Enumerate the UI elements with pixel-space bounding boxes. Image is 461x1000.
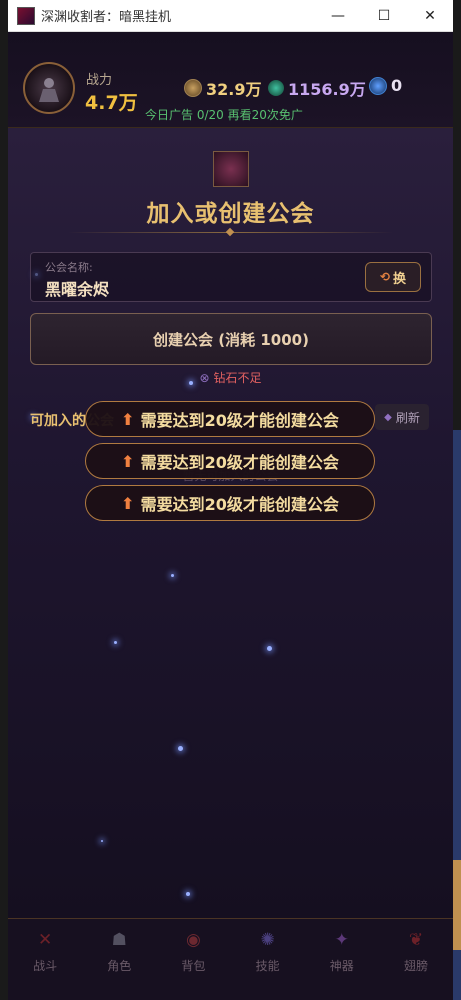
- gold-value: 32.9万: [206, 80, 262, 99]
- create-guild-button[interactable]: 创建公会 (消耗 1000): [30, 313, 432, 365]
- guild-name-field[interactable]: 公会名称: 黑曜余烬 ⟲ 换: [30, 252, 432, 302]
- swap-label: 换: [393, 271, 407, 287]
- ad-counter[interactable]: 今日广告 0/20 再看20次免广: [145, 106, 303, 123]
- toast-text: 需要达到20级才能创建公会: [140, 411, 339, 430]
- bottom-nav: ✕ 战斗 ☗ 角色 ◉ 背包 ✺ 技能 ✦ 神器 ❦ 翅膀: [8, 918, 453, 1000]
- diamond-value: 0: [391, 76, 403, 95]
- nav-label: 翅膀: [403, 959, 428, 973]
- gold-resource: 32.9万: [184, 76, 261, 100]
- nav-item-skills[interactable]: ✺ 技能: [231, 919, 305, 1000]
- skill-icon: ✺: [260, 930, 275, 950]
- nav-label: 背包: [181, 959, 206, 973]
- nav-item-wings[interactable]: ❦ 翅膀: [379, 919, 453, 1000]
- swap-name-button[interactable]: ⟲ 换: [365, 262, 421, 292]
- game-area: 战力 4.7万 32.9万 1156.9万 0 今日广告 0/20 再看20次免…: [8, 32, 453, 1000]
- nav-item-battle[interactable]: ✕ 战斗: [8, 919, 82, 1000]
- maximize-button[interactable]: ☐: [361, 0, 407, 31]
- gold-coin-icon: [184, 79, 202, 97]
- dice-icon: ⟲: [379, 270, 391, 284]
- nav-label: 战斗: [33, 959, 58, 973]
- refresh-button[interactable]: ◆ 刷新: [375, 404, 429, 430]
- guild-title: 加入或创建公会: [146, 201, 315, 227]
- nav-item-bag[interactable]: ◉ 背包: [156, 919, 230, 1000]
- power-value: 4.7万: [85, 92, 138, 114]
- nav-label: 角色: [107, 959, 132, 973]
- top-status-bar: 战力 4.7万 32.9万 1156.9万 0 今日广告 0/20 再看20次免…: [8, 32, 453, 128]
- sword-icon: ✕: [37, 930, 53, 950]
- close-button[interactable]: ✕: [407, 0, 453, 31]
- character-portrait-icon: [39, 78, 59, 102]
- warning-text: 钻石不足: [213, 371, 262, 385]
- soul-value: 1156.9万: [288, 80, 366, 99]
- insufficient-diamonds-warning: ⊗ 钻石不足: [8, 369, 453, 386]
- nav-label: 神器: [329, 959, 354, 973]
- player-avatar[interactable]: [23, 62, 75, 114]
- guild-panel: 加入或创建公会 公会名称: 黑曜余烬 ⟲ 换 创建公会 (消耗 1000) ⊗ 钻…: [8, 128, 453, 918]
- bag-icon: ◉: [186, 930, 201, 950]
- up-arrow-icon: ⬆: [121, 409, 135, 429]
- window-title: 深渊收割者：暗黑挂机: [41, 10, 172, 25]
- soul-gem-icon: [268, 80, 284, 96]
- background-window-edge: [453, 860, 461, 950]
- toast-text: 需要达到20级才能创建公会: [140, 453, 339, 472]
- guild-emblem-icon: [213, 151, 249, 187]
- nav-label: 技能: [255, 959, 280, 973]
- character-icon: ☗: [111, 930, 127, 950]
- window-titlebar: 深渊收割者：暗黑挂机 — ☐ ✕: [8, 0, 453, 32]
- guild-name-label: 公会名称:: [45, 261, 93, 274]
- level-requirement-toast: ⬆ 需要达到20级才能创建公会: [85, 443, 375, 479]
- wings-icon: ❦: [408, 930, 424, 950]
- nav-item-character[interactable]: ☗ 角色: [82, 919, 156, 1000]
- level-requirement-toast: ⬆ 需要达到20级才能创建公会: [85, 401, 375, 437]
- diamond-resource: 0: [369, 76, 402, 95]
- divider-gem: [225, 227, 235, 237]
- app-icon: [17, 6, 35, 25]
- minimize-button[interactable]: —: [315, 0, 361, 31]
- refresh-icon: ◆: [384, 411, 392, 423]
- power-label: 战力: [86, 73, 113, 88]
- diamond-icon: ⊗: [199, 371, 210, 385]
- refresh-label: 刷新: [395, 410, 420, 425]
- artifact-icon: ✦: [334, 930, 349, 950]
- up-arrow-icon: ⬆: [121, 493, 135, 513]
- guild-name-value[interactable]: 黑曜余烬: [45, 276, 109, 300]
- toast-text: 需要达到20级才能创建公会: [140, 495, 339, 514]
- level-requirement-toast: ⬆ 需要达到20级才能创建公会: [85, 485, 375, 521]
- nav-item-artifact[interactable]: ✦ 神器: [305, 919, 379, 1000]
- up-arrow-icon: ⬆: [121, 451, 135, 471]
- soul-resource: 1156.9万: [268, 76, 366, 100]
- diamond-icon: [369, 76, 387, 95]
